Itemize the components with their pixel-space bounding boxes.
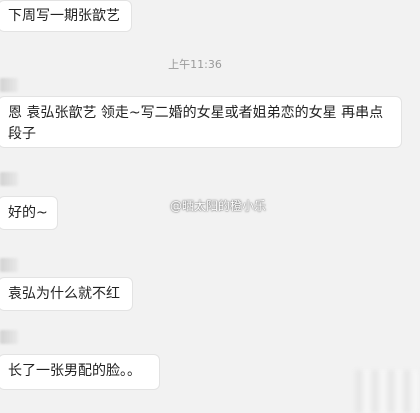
message-bubble-2[interactable]: 恩 袁弘张歆艺 领走~写二婚的女星或者姐弟恋的女星 再串点段子 — [0, 96, 402, 148]
message-timestamp: 上午11:36 — [168, 58, 222, 71]
message-bubble-1[interactable]: 下周写一期张歆艺 — [0, 0, 132, 32]
watermark-text: @晒太阳的橙小乐 — [170, 199, 267, 213]
blurred-region — [355, 370, 420, 413]
message-bubble-4[interactable]: 袁弘为什么就不红 — [0, 277, 133, 311]
avatar[interactable] — [0, 330, 18, 344]
avatar[interactable] — [0, 78, 18, 92]
message-bubble-3[interactable]: 好的~ — [0, 196, 58, 230]
avatar[interactable] — [0, 172, 18, 186]
message-bubble-5[interactable]: 长了一张男配的脸。。 — [0, 354, 160, 390]
avatar[interactable] — [0, 258, 18, 272]
